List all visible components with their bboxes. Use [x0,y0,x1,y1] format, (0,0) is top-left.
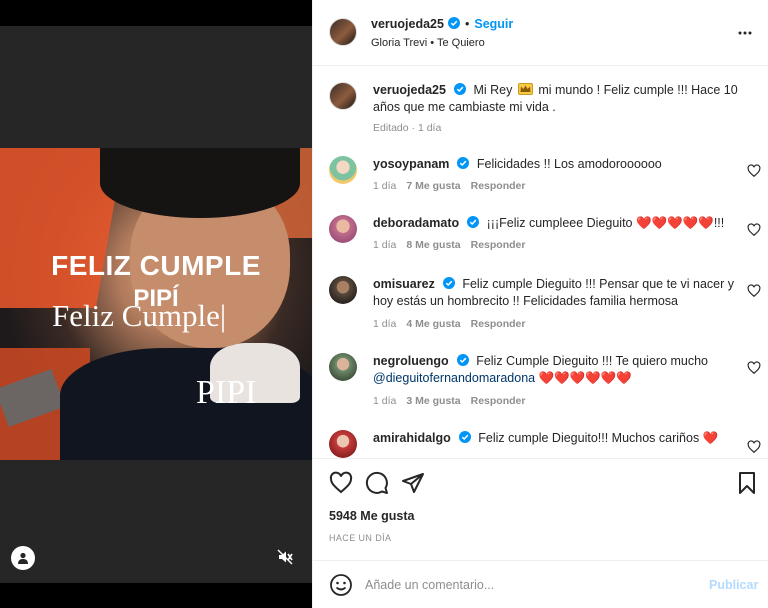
post-side-panel: veruojeda25 • Seguir Gloria Trevi • Te Qui… [312,0,768,608]
media-top-letterbox [0,0,312,26]
comment-text: Feliz Cumple Dieguito !!! Te quiero much… [476,354,709,368]
caption-username[interactable]: veruojeda25 [373,83,446,97]
save-bookmark-icon[interactable] [735,471,759,495]
comment-time: 1 día [373,395,397,407]
reply-button[interactable]: Responder [471,395,526,407]
caption-body: veruojeda25 Mi Rey mi mundo ! Feliz cump… [373,82,743,116]
song-link[interactable]: Gloria Trevi • Te Quiero [371,37,485,49]
comment-text: Feliz cumple Dieguito!!! Muchos cariños [478,431,700,445]
verified-badge-icon [453,83,466,95]
reply-button[interactable]: Responder [471,239,526,251]
avatar[interactable] [329,82,357,110]
add-comment-bar: Publicar [313,560,768,608]
comment-like-icon[interactable] [747,164,761,178]
reply-button[interactable]: Responder [471,180,526,192]
heart-emojis: ❤️❤️❤️❤️❤️ [636,216,714,230]
post-header-line: veruojeda25 • Seguir [371,17,513,31]
mute-icon[interactable] [274,546,296,568]
video-child-hair [100,148,300,218]
comment-bubble-icon[interactable] [365,471,389,495]
comment-likes[interactable]: 3 Me gusta [406,395,460,407]
video-overlay-text: FELIZ CUMPLE [51,250,261,281]
comment-input[interactable] [365,573,685,597]
comment-body: negroluengo Feliz Cumple Dieguito !!! Te… [373,353,739,387]
instagram-post-view: FELIZ CUMPLE PIPÍ Feliz Cumple| PIPI ver… [0,0,768,608]
avatar[interactable] [329,276,357,304]
comment-meta: 1 día 7 Me gusta Responder [373,180,535,192]
verified-badge-icon [458,431,471,443]
comment-likes[interactable]: 7 Me gusta [406,180,460,192]
reply-button[interactable]: Responder [471,318,526,330]
verified-badge-icon [447,17,460,29]
caption-meta: Editado · 1 día [373,122,442,134]
comment-body: omisuarez Feliz cumple Dieguito !!! Pens… [373,276,739,310]
avatar[interactable] [329,353,357,381]
share-send-icon[interactable] [401,471,425,495]
comment-body: yosoypanam Felicidades !! Los amodoroooo… [373,156,739,173]
comment-text: Felicidades !! Los amodoroooooo [476,157,662,171]
verified-badge-icon [457,157,470,169]
post-actions: 5948 Me gusta HACE UN DÍA [313,458,768,560]
post-header: veruojeda25 • Seguir Gloria Trevi • Te Qui… [313,0,768,66]
comment-time: 1 día [373,239,397,251]
comment-body: deboradamato ¡¡¡Feliz cumpleee Dieguito … [373,215,739,232]
comment-text: !!! [713,216,725,230]
avatar[interactable] [329,430,357,458]
comment-like-icon[interactable] [747,284,761,298]
mention-link[interactable]: @dieguitofernandomaradona [373,371,535,385]
comment-meta: 1 día 8 Me gusta Responder [373,239,535,251]
comment-username[interactable]: omisuarez [373,277,435,291]
more-options-icon[interactable] [737,26,753,40]
comment-meta: 1 día 3 Me gusta Responder [373,395,535,407]
comment-time: 1 día [373,318,397,330]
verified-badge-icon [467,216,480,228]
separator-dot: • [464,17,470,31]
follow-button[interactable]: Seguir [474,17,513,31]
person-icon [18,552,28,564]
comment-likes[interactable]: 8 Me gusta [406,239,460,251]
verified-badge-icon [442,277,455,289]
caption-text: Mi Rey [473,83,513,97]
heart-emojis: ❤️ [702,431,719,445]
video-overlay-text: Feliz Cumple| [52,298,227,333]
comment-username[interactable]: yosoypanam [373,157,449,171]
comment-username[interactable]: amirahidalgo [373,431,451,445]
comment-like-icon[interactable] [747,223,761,237]
post-media: FELIZ CUMPLE PIPÍ Feliz Cumple| PIPI [0,0,312,608]
comment-like-icon[interactable] [747,361,761,375]
comment-likes[interactable]: 4 Me gusta [406,318,460,330]
comment-username[interactable]: negroluengo [373,354,449,368]
comments-list[interactable]: veruojeda25 Mi Rey mi mundo ! Feliz cump… [313,66,768,458]
video-overlay-text: PIPI [196,374,257,411]
emoji-icon[interactable] [329,573,353,597]
avatar[interactable] [329,156,357,184]
comment-username[interactable]: deboradamato [373,216,459,230]
heart-emojis: ❤️❤️❤️❤️❤️❤️ [538,371,632,385]
media-bottom-letterbox [0,583,312,608]
speaker-muted-icon [277,549,293,565]
like-heart-icon[interactable] [329,471,353,495]
avatar[interactable] [329,215,357,243]
publish-button[interactable]: Publicar [709,578,758,592]
comment-meta: 1 día 4 Me gusta Responder [373,318,535,330]
likes-count[interactable]: 5948 Me gusta [329,509,414,523]
post-timestamp: HACE UN DÍA [329,533,392,543]
crown-emoji-icon [517,83,533,95]
verified-badge-icon [456,354,469,366]
user-tag-icon[interactable] [11,546,35,570]
comment-text: ¡¡¡Feliz cumpleee Dieguito [486,216,633,230]
avatar[interactable] [329,18,357,46]
comment-time: 1 día [373,180,397,192]
owner-username[interactable]: veruojeda25 [371,17,444,31]
comment-like-icon[interactable] [747,440,761,454]
comment-body: amirahidalgo Feliz cumple Dieguito!!! Mu… [373,430,739,447]
